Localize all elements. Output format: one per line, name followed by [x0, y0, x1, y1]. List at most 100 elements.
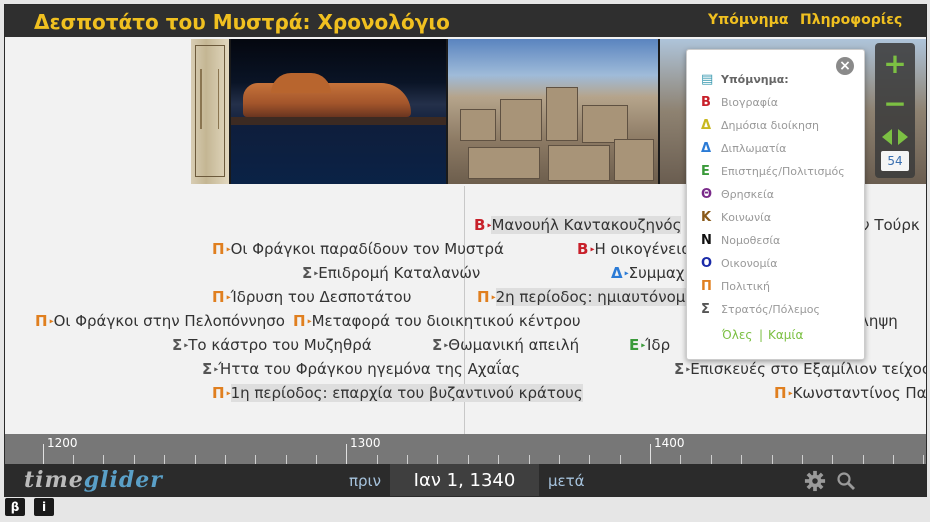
event-item[interactable]: Σ ▸Ήττα του Φράγκου ηγεμόνα της Αχαΐας: [202, 359, 520, 379]
footer-bar: timeglider πριν Ιαν 1, 1340 μετά: [5, 464, 926, 496]
legend-item-economy[interactable]: Ο Οικονομία: [701, 255, 777, 273]
event-item[interactable]: Π ▸1η περίοδος: επαρχία του βυζαντινού κρ…: [212, 383, 583, 403]
economy-icon: Ο: [701, 256, 713, 271]
biography-icon: Β: [474, 216, 486, 234]
military-icon: Σ: [302, 264, 313, 282]
stone-town-photo[interactable]: [448, 39, 658, 184]
info-button[interactable]: i: [34, 498, 54, 516]
society-icon: Κ: [701, 210, 712, 225]
shore-shape: [231, 117, 446, 125]
politics-icon: Π: [477, 288, 490, 306]
military-icon: Σ: [701, 302, 710, 317]
minor-tick: [620, 455, 621, 464]
event-item[interactable]: Δ ▸Συμμαχ: [611, 263, 684, 283]
legend-item-law[interactable]: Ν Νομοθεσία: [701, 232, 780, 250]
event-item[interactable]: Π ▸2η περίοδος: ημιαυτόνομο: [477, 287, 695, 307]
legend-show-none[interactable]: Καμία: [768, 328, 803, 342]
building-shape: [548, 145, 610, 181]
close-icon[interactable]: ×: [836, 57, 854, 75]
legend-item-biography[interactable]: Β Βιογραφία: [701, 94, 778, 112]
prev-button[interactable]: πριν: [349, 472, 381, 490]
biography-icon: Β: [701, 95, 711, 110]
event-item[interactable]: Σ ▸Το κάστρο του Μυζηθρά: [172, 335, 372, 355]
military-icon: Σ: [432, 336, 443, 354]
minor-tick: [407, 455, 408, 464]
minor-tick: [225, 455, 226, 464]
building-shape: [460, 109, 496, 141]
event-item[interactable]: Π ▸Κωνσταντίνος Παλ: [774, 383, 926, 403]
old-map-image[interactable]: [191, 39, 229, 184]
minor-tick: [893, 455, 894, 464]
event-item[interactable]: Π ▸Ίδρυση του Δεσποτάτου: [212, 287, 411, 307]
page-title: Δεσποτάτο του Μυστρά: Χρονολόγιο: [34, 10, 450, 34]
document-icon: ▤: [701, 72, 714, 87]
legend-item-public-admin[interactable]: Δ Δημόσια διοίκηση: [701, 117, 819, 135]
building-shape: [614, 139, 654, 181]
monemvasia-photo[interactable]: [231, 39, 446, 184]
minor-tick: [316, 455, 317, 464]
title-bar: Δεσποτάτο του Μυστρά: Χρονολόγιο Υπόμνημ…: [5, 5, 926, 37]
politics-icon: Π: [774, 384, 787, 402]
politics-icon: Π: [212, 240, 225, 258]
politics-icon: Π: [293, 312, 306, 330]
year-label: 1300: [350, 436, 381, 450]
minor-tick: [802, 455, 803, 464]
timeline-ruler[interactable]: 1200 1300 1400: [5, 434, 926, 464]
biography-icon: Β: [577, 240, 589, 258]
minor-tick: [832, 455, 833, 464]
event-item[interactable]: Σ ▸Επισκευές στο Εξαμίλιον τείχος: [674, 359, 926, 379]
politics-icon: Π: [701, 279, 712, 294]
rock-top-shape: [271, 73, 331, 93]
event-item[interactable]: Σ ▸Θωμανική απειλή: [432, 335, 579, 355]
science-icon: Ε: [701, 164, 710, 179]
event-item[interactable]: Π ▸Οι Φράγκοι στην Πελοπόννησο: [35, 311, 285, 331]
building-shape: [582, 105, 628, 143]
politics-icon: Π: [212, 384, 225, 402]
minor-tick: [286, 455, 287, 464]
event-item[interactable]: Π ▸Οι Φράγκοι παραδίδουν τον Μυστρά: [212, 239, 504, 259]
minor-tick: [589, 455, 590, 464]
legend-item-politics[interactable]: Π Πολιτική: [701, 278, 770, 296]
legend-show-all[interactable]: Όλες: [722, 328, 752, 342]
minor-tick: [164, 455, 165, 464]
minor-tick: [498, 455, 499, 464]
minor-tick: [772, 455, 773, 464]
minor-tick: [863, 455, 864, 464]
next-button[interactable]: μετά: [548, 472, 585, 490]
building-shape: [546, 87, 578, 141]
building-shape: [468, 147, 540, 179]
legend-item-diplomacy[interactable]: Δ Διπλωματία: [701, 140, 786, 158]
minor-tick: [711, 455, 712, 464]
zoom-out-button[interactable]: −: [875, 89, 915, 119]
search-icon[interactable]: [836, 471, 856, 491]
public-admin-icon: Δ: [701, 118, 712, 133]
event-item[interactable]: Ε ▸Ίδρ: [629, 335, 670, 355]
pan-arrows-icon[interactable]: [880, 127, 910, 147]
gear-icon[interactable]: [804, 470, 826, 492]
info-link[interactable]: Πληροφορίες: [800, 12, 902, 28]
b-button[interactable]: β: [5, 498, 25, 516]
event-item[interactable]: Β ▸Μανουήλ Καντακουζηνός: [474, 215, 682, 235]
minor-tick: [377, 455, 378, 464]
diplomacy-icon: Δ: [611, 264, 623, 282]
major-tick: [43, 444, 44, 464]
event-item[interactable]: Σ ▸Επιδρομή Καταλανών: [302, 263, 480, 283]
minor-tick: [73, 455, 74, 464]
legend-separator: |: [759, 328, 764, 342]
legend-item-science[interactable]: Ε Επιστημές/Πολιτισμός: [701, 163, 845, 181]
minor-tick: [103, 455, 104, 464]
event-item[interactable]: Β ▸Η οικογένεια: [577, 239, 691, 259]
zoom-in-button[interactable]: +: [875, 49, 915, 79]
legend-link[interactable]: Υπόμνημα: [708, 12, 789, 28]
minor-tick: [529, 455, 530, 464]
legend-item-society[interactable]: Κ Κοινωνία: [701, 209, 771, 227]
event-item[interactable]: Π ▸Μεταφορά του διοικητικού κέντρου: [293, 311, 581, 331]
legend-item-military[interactable]: Σ Στρατός/Πόλεμος: [701, 301, 820, 319]
legend-header: ▤ Υπόμνημα:: [701, 72, 789, 87]
year-label: 1400: [654, 436, 685, 450]
current-date-display: Ιαν 1, 1340: [390, 464, 539, 496]
diplomacy-icon: Δ: [701, 141, 712, 156]
major-tick: [650, 444, 651, 464]
event-item[interactable]: ληψη: [860, 311, 898, 331]
legend-item-religion[interactable]: Θ Θρησκεία: [701, 186, 774, 204]
